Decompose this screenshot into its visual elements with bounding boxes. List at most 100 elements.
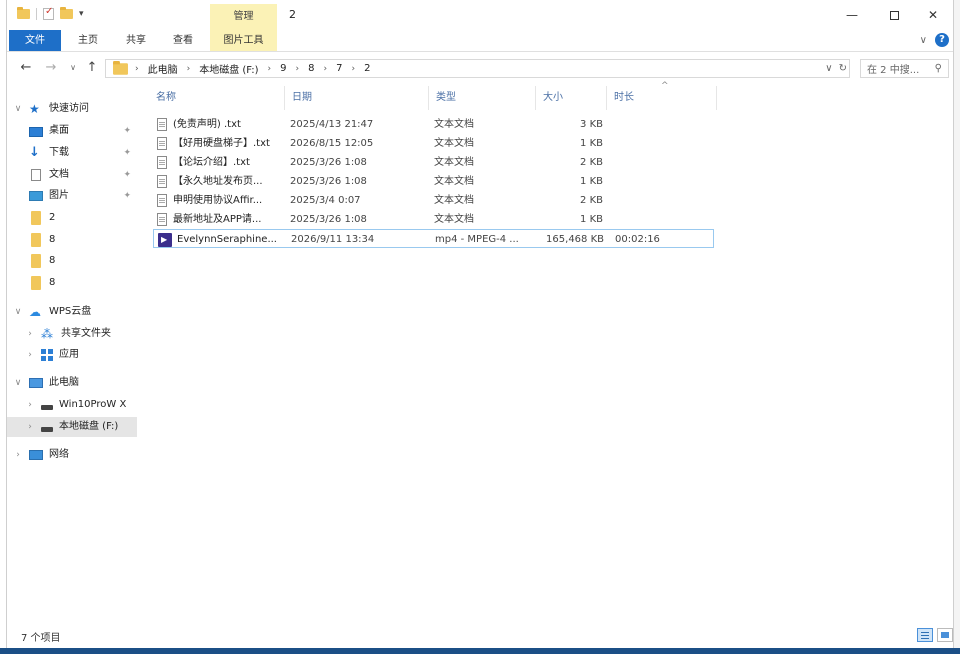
properties-icon[interactable]	[43, 6, 54, 20]
nav-documents[interactable]: 文档 ✦	[7, 165, 137, 185]
maximize-button[interactable]	[874, 4, 914, 26]
window-title: 2	[289, 8, 296, 21]
text-file-icon	[157, 213, 167, 226]
nav-downloads[interactable]: ↓ 下载 ✦	[7, 143, 137, 163]
folder-icon[interactable]	[17, 7, 30, 19]
folder-icon	[31, 211, 41, 225]
column-header-type[interactable]: 类型	[429, 86, 536, 110]
file-name: 最新地址及APP请...	[173, 214, 262, 225]
chevron-down-icon[interactable]: ∨	[7, 373, 29, 393]
nav-label: 下载	[49, 147, 69, 158]
column-header-name[interactable]: 名称	[149, 86, 285, 110]
apps-icon	[41, 349, 53, 361]
file-duration: 00:02:16	[615, 234, 660, 245]
new-folder-icon[interactable]	[60, 7, 73, 19]
file-duration	[614, 115, 694, 134]
search-input[interactable]: 在 2 中搜... ⚲	[860, 59, 949, 78]
nav-pictures[interactable]: 图片 ✦	[7, 186, 137, 206]
nav-desktop[interactable]: 桌面 ✦	[7, 121, 137, 141]
nav-label: 网络	[49, 449, 69, 460]
nav-label: 8	[49, 234, 56, 245]
column-header-date[interactable]: 日期	[285, 86, 429, 110]
file-duration	[614, 210, 694, 229]
forward-button[interactable]: →	[42, 59, 60, 77]
file-name: EvelynnSeraphine...	[177, 234, 277, 245]
chevron-right-icon[interactable]: ›	[7, 395, 41, 415]
table-row[interactable]: 【论坛介绍】.txt 2025/3/26 1:08 文本文档 2 KB	[153, 153, 713, 172]
breadcrumb-item[interactable]: 2	[364, 63, 370, 74]
nav-folder-2[interactable]: 2	[7, 208, 137, 228]
tab-share[interactable]: 共享	[115, 30, 157, 51]
breadcrumb-item[interactable]: 9	[280, 63, 286, 74]
table-row[interactable]: (免责声明) .txt 2025/4/13 21:47 文本文档 3 KB	[153, 115, 713, 134]
breadcrumb-item[interactable]: 7	[336, 63, 342, 74]
chevron-right-icon[interactable]: ›	[135, 64, 139, 74]
search-icon: ⚲	[934, 63, 942, 74]
large-icons-view-button[interactable]	[937, 628, 953, 642]
network-icon	[29, 450, 43, 460]
qat-dropdown-icon[interactable]: ▾	[79, 9, 84, 19]
address-dropdown-icon[interactable]: ∨	[825, 60, 832, 77]
chevron-right-icon[interactable]: ›	[296, 64, 300, 74]
minimize-button[interactable]: —	[832, 4, 872, 26]
nav-drive-f[interactable]: › 本地磁盘 (F:)	[7, 417, 137, 437]
expand-ribbon-icon[interactable]: ∨	[920, 35, 927, 46]
chevron-right-icon[interactable]: ›	[352, 64, 356, 74]
nav-folder-8[interactable]: 8	[7, 251, 137, 271]
up-button[interactable]: ↑	[83, 59, 101, 77]
column-header-duration[interactable]: 时长	[607, 86, 717, 110]
file-duration	[614, 134, 694, 153]
nav-shared-folder[interactable]: › ⁂ 共享文件夹	[7, 324, 137, 344]
tab-home[interactable]: 主页	[67, 30, 109, 51]
chevron-right-icon[interactable]: ›	[7, 324, 41, 344]
close-button[interactable]: ✕	[913, 4, 953, 26]
nav-network[interactable]: › 网络	[7, 445, 137, 465]
chevron-right-icon[interactable]: ›	[268, 64, 272, 74]
table-row[interactable]: 【好用硬盘梯子】.txt 2026/8/15 12:05 文本文档 1 KB	[153, 134, 713, 153]
file-duration	[614, 191, 694, 210]
address-bar[interactable]: › 此电脑 › 本地磁盘 (F:) › 9 › 8 › 7 › 2 ∨ ↻	[105, 59, 850, 78]
file-type: 文本文档	[434, 214, 474, 225]
file-name: 【好用硬盘梯子】.txt	[173, 138, 270, 149]
breadcrumb-item[interactable]: 本地磁盘 (F:)	[199, 61, 258, 76]
back-button[interactable]: ←	[17, 59, 35, 77]
chevron-right-icon[interactable]: ›	[7, 417, 41, 437]
breadcrumb-item[interactable]: 8	[308, 63, 314, 74]
nav-apps[interactable]: › 应用	[7, 345, 137, 365]
breadcrumb-item[interactable]: 此电脑	[148, 61, 178, 76]
breadcrumb: 此电脑 › 本地磁盘 (F:) › 9 › 8 › 7 › 2	[148, 61, 371, 76]
nav-wps-cloud[interactable]: ∨ ☁ WPS云盘	[7, 302, 137, 322]
chevron-right-icon[interactable]: ›	[324, 64, 328, 74]
file-size: 1 KB	[580, 214, 603, 225]
file-duration	[614, 172, 694, 191]
tab-view[interactable]: 查看	[162, 30, 204, 51]
column-header-size[interactable]: 大小	[536, 86, 607, 110]
nav-quick-access[interactable]: ∨ ★ 快速访问	[7, 99, 137, 119]
recent-locations-icon[interactable]: ∨	[64, 59, 82, 77]
nav-folder-8[interactable]: 8	[7, 273, 137, 293]
tab-picture-tools[interactable]: 图片工具	[210, 30, 277, 51]
chevron-right-icon[interactable]: ›	[187, 64, 191, 74]
chevron-down-icon[interactable]: ∨	[7, 99, 29, 119]
nav-this-pc[interactable]: ∨ 此电脑	[7, 373, 137, 393]
help-icon[interactable]: ?	[935, 33, 949, 47]
document-icon	[31, 169, 41, 181]
nav-folder-8[interactable]: 8	[7, 230, 137, 250]
chevron-right-icon[interactable]: ›	[7, 445, 29, 465]
tab-file[interactable]: 文件	[9, 30, 61, 51]
quick-access-toolbar: ▾	[17, 6, 84, 20]
nav-label: 快速访问	[49, 103, 89, 114]
file-type: 文本文档	[434, 195, 474, 206]
nav-drive-c[interactable]: › Win10ProW X	[7, 395, 137, 415]
table-row[interactable]: 【永久地址发布页... 2025/3/26 1:08 文本文档 1 KB	[153, 172, 713, 191]
table-row[interactable]: 最新地址及APP请... 2025/3/26 1:08 文本文档 1 KB	[153, 210, 713, 229]
explorer-window: ▾ 管理 2 — ✕ 文件 主页 共享 查看 图片工具 ∨ ? ← → ∨ ↑ …	[6, 0, 954, 648]
chevron-down-icon[interactable]: ∨	[7, 302, 29, 322]
refresh-icon[interactable]: ↻	[839, 60, 847, 77]
table-row-selected[interactable]: EvelynnSeraphine... 2026/9/11 13:34 mp4 …	[153, 229, 714, 248]
ribbon-tabs: 文件 主页 共享 查看 图片工具 ∨ ?	[7, 30, 953, 52]
chevron-right-icon[interactable]: ›	[7, 345, 41, 365]
details-view-button[interactable]	[917, 628, 933, 642]
taskbar-strip	[0, 648, 960, 654]
table-row[interactable]: 申明使用协议Affir... 2025/3/4 0:07 文本文档 2 KB	[153, 191, 713, 210]
